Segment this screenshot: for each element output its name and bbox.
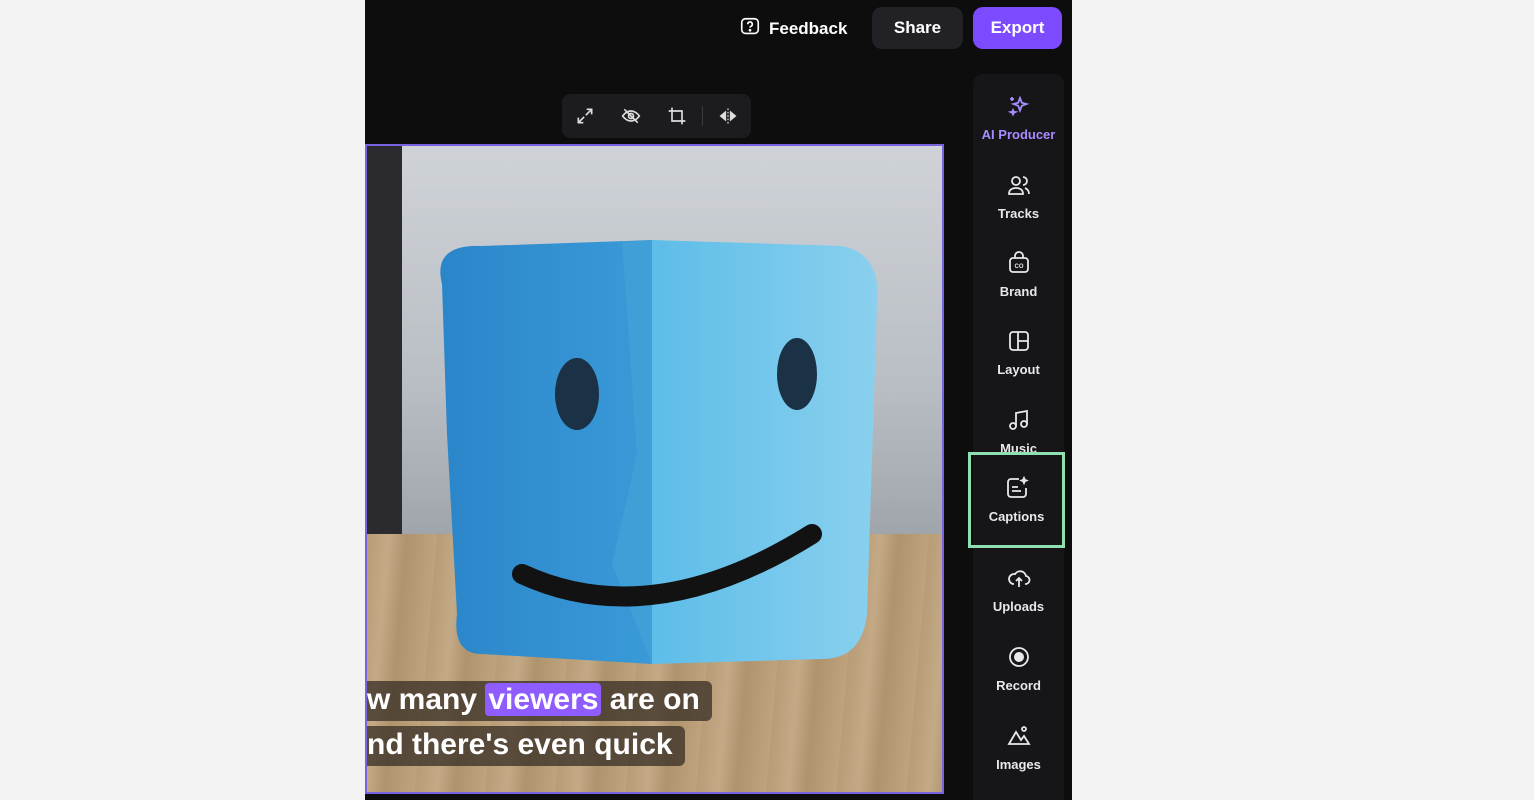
video-preview[interactable]: w many viewers are on nd there's even qu…: [365, 144, 944, 794]
preview-background-shelf: [367, 146, 402, 534]
caption-line-1-end: are on: [601, 683, 700, 716]
sidebar-item-brand[interactable]: CO Brand: [973, 239, 1064, 311]
captions-icon: [1005, 475, 1029, 503]
sidebar-item-ai-producer[interactable]: AI Producer: [973, 82, 1064, 154]
svg-text:CO: CO: [1014, 264, 1023, 270]
export-button[interactable]: Export: [973, 7, 1062, 49]
sidebar-item-uploads[interactable]: Uploads: [973, 554, 1064, 626]
layout-icon: [1007, 329, 1031, 356]
share-button[interactable]: Share: [872, 7, 963, 49]
top-bar: Feedback Share Export: [365, 0, 1072, 58]
sidebar-item-label: Captions: [988, 509, 1045, 524]
images-icon: [1006, 724, 1031, 751]
plush-pillow-image: [422, 234, 887, 674]
sidebar-item-label: AI Producer: [981, 127, 1056, 142]
caption-line-2: nd there's even quick: [367, 726, 685, 766]
crop-icon[interactable]: [654, 94, 700, 138]
brand-kit-icon: CO: [1007, 251, 1031, 278]
sidebar-item-layout[interactable]: Layout: [973, 317, 1064, 389]
sidebar-item-label: Tracks: [997, 206, 1040, 221]
flip-icon[interactable]: [705, 94, 751, 138]
expand-icon[interactable]: [562, 94, 608, 138]
sidebar-item-label: Music: [1000, 441, 1037, 456]
sidebar-item-label: Layout: [997, 362, 1040, 377]
right-sidebar: AI Producer Tracks CO Brand Layout Music…: [968, 74, 1065, 800]
sidebar-item-captions[interactable]: Captions: [968, 452, 1065, 548]
canvas-toolbar: [562, 94, 751, 138]
caption-highlight-word: viewers: [485, 683, 602, 716]
feedback-button[interactable]: Feedback: [739, 14, 847, 44]
caption-line-1: w many viewers are on: [367, 681, 712, 721]
hide-icon[interactable]: [608, 94, 654, 138]
sparkle-icon: [1007, 94, 1031, 121]
caption-line-1-start: w many: [367, 683, 486, 716]
sidebar-item-label: Brand: [999, 284, 1038, 299]
sidebar-item-label: Images: [996, 757, 1041, 772]
sidebar-item-tracks[interactable]: Tracks: [973, 161, 1064, 233]
toolbar-divider: [702, 106, 703, 126]
editor-app: Feedback Share Export w many viewers are…: [365, 0, 1072, 800]
sidebar-item-label: Record: [996, 678, 1041, 693]
sidebar-item-label: Uploads: [992, 599, 1045, 614]
sidebar-item-images[interactable]: Images: [973, 712, 1064, 784]
record-icon: [1007, 645, 1031, 672]
music-note-icon: [1007, 408, 1031, 435]
sidebar-item-record[interactable]: Record: [973, 633, 1064, 705]
feedback-label: Feedback: [769, 19, 848, 38]
feedback-icon: [739, 16, 761, 43]
people-icon: [1007, 173, 1031, 200]
cloud-upload-icon: [1007, 566, 1031, 593]
